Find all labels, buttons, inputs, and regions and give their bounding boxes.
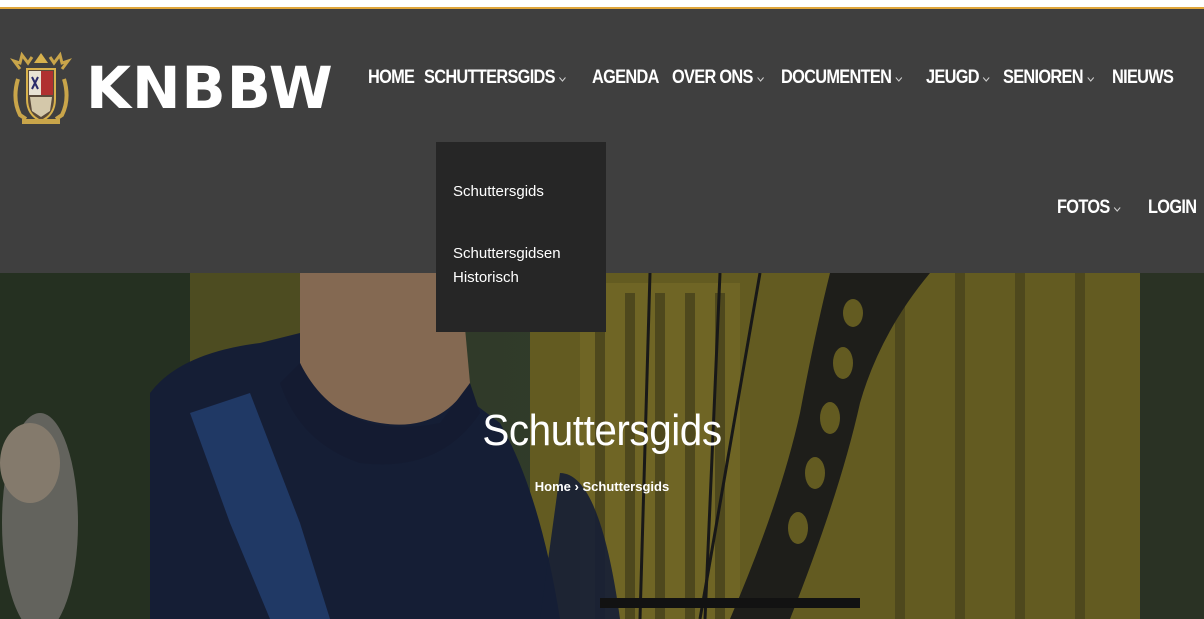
dropdown-item-schuttersgids[interactable]: Schuttersgids: [453, 180, 544, 204]
main-nav: HOME SCHUTTERSGIDS AGENDA OVER ONS DOCUM…: [368, 58, 1185, 98]
nav-label: JEUGD: [925, 67, 980, 88]
nav-item-home[interactable]: HOME: [368, 67, 415, 89]
nav-item-nieuws[interactable]: NIEUWS: [1111, 67, 1174, 89]
site-logo[interactable]: KNBBW: [10, 43, 334, 133]
nav-item-fotos[interactable]: FOTOS: [1057, 197, 1122, 219]
nav-label: OVER ONS: [671, 67, 753, 88]
breadcrumb-current: Schuttersgids: [582, 479, 670, 494]
breadcrumb-home-link[interactable]: Home: [535, 479, 571, 494]
chevron-down-icon: [558, 74, 567, 84]
page-title: Schuttersgids: [482, 406, 722, 455]
nav-label: HOME: [368, 67, 415, 88]
chevron-down-icon: [1086, 74, 1095, 84]
nav-label: SENIOREN: [1003, 67, 1084, 88]
chevron-down-icon: [982, 74, 991, 84]
chevron-down-icon: [1113, 204, 1122, 214]
top-accent-bar: [0, 0, 1204, 9]
nav-label: AGENDA: [591, 67, 659, 88]
nav-item-schuttersgids[interactable]: SCHUTTERSGIDS: [424, 67, 567, 89]
nav-item-agenda[interactable]: AGENDA: [592, 67, 659, 89]
nav-label: FOTOS: [1056, 197, 1110, 218]
breadcrumb: Home › Schuttersgids: [0, 479, 1204, 494]
crest-icon: [10, 51, 72, 124]
nav-label: SCHUTTERSGIDS: [423, 67, 556, 88]
nav-label: NIEUWS: [1111, 67, 1174, 88]
nav-label: LOGIN: [1147, 197, 1197, 218]
chevron-down-icon: [895, 74, 904, 84]
nav-item-jeugd[interactable]: JEUGD: [926, 67, 991, 89]
secondary-nav: FOTOS LOGIN: [1057, 188, 1204, 228]
nav-item-senioren[interactable]: SENIOREN: [1003, 67, 1095, 89]
schuttersgids-dropdown: Schuttersgids Schuttersgidsen Historisch: [436, 142, 606, 332]
breadcrumb-separator: ›: [574, 479, 579, 494]
dropdown-item-schuttersgidsen-historisch[interactable]: Schuttersgidsen Historisch: [453, 242, 583, 290]
nav-label: DOCUMENTEN: [781, 67, 892, 88]
chevron-down-icon: [756, 74, 765, 84]
nav-item-documenten[interactable]: DOCUMENTEN: [781, 67, 903, 89]
nav-item-login[interactable]: LOGIN: [1147, 197, 1197, 219]
nav-item-over-ons[interactable]: OVER ONS: [672, 67, 765, 89]
logo-text: KNBBW: [86, 54, 334, 122]
